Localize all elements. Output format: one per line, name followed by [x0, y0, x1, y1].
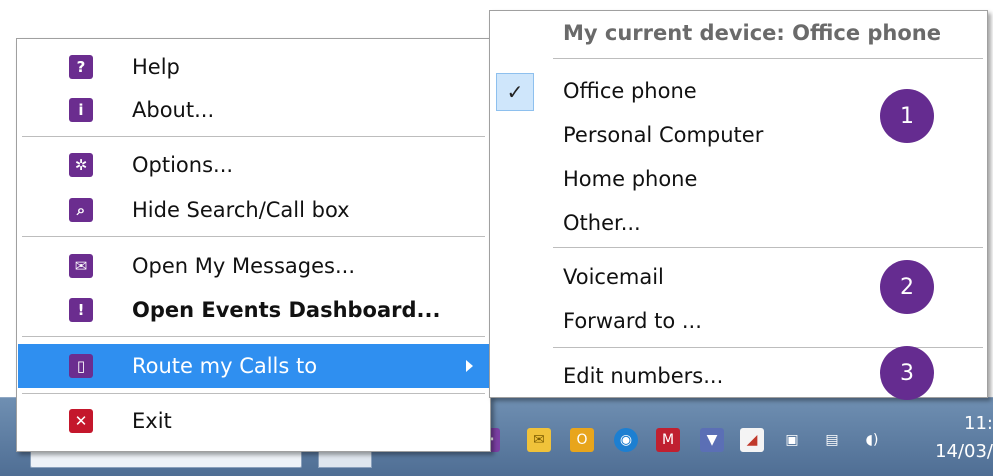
device-office-phone[interactable]: Office phone [563, 73, 697, 109]
shield-tray-icon[interactable]: ▼ [700, 428, 724, 452]
checkmark-icon: ✓ [496, 73, 534, 111]
device-personal-computer[interactable]: Personal Computer [563, 117, 763, 153]
flag-tray-icon[interactable]: ◢ [740, 428, 764, 452]
exit-icon: ✕ [69, 409, 93, 433]
info-icon: i [69, 98, 93, 122]
menu-item-label: Open My Messages... [132, 254, 355, 278]
menu-item-label: Exit [132, 409, 172, 433]
menu-separator [553, 247, 983, 248]
clock-date: 14/03/ [935, 441, 993, 462]
search-icon: ⌕ [69, 198, 93, 222]
menu-item-label: About... [132, 98, 215, 122]
context-menu: ? Help i About... ✲ Options... ⌕ Hide Se… [16, 38, 491, 452]
menu-item-exit[interactable]: ✕ Exit [18, 403, 489, 439]
annotation-badge-1: 1 [880, 89, 934, 143]
volume-tray-icon[interactable]: ◖) [860, 428, 884, 452]
menu-separator [553, 58, 983, 59]
connection-tray-icon[interactable]: ▣ [780, 428, 804, 452]
menu-item-label: Open Events Dashboard... [132, 298, 441, 322]
phone-icon: ▯ [69, 354, 93, 378]
menu-separator [22, 136, 485, 137]
menu-item-help[interactable]: ? Help [18, 49, 489, 85]
menu-item-label: Help [132, 55, 180, 79]
route-voicemail[interactable]: Voicemail [563, 259, 664, 295]
network-tray-icon[interactable]: ◉ [614, 428, 638, 452]
clock-time: 11: [964, 413, 993, 434]
clock[interactable]: 11: 14/03/ [923, 410, 993, 466]
power-tray-icon[interactable]: ▤ [820, 428, 844, 452]
menu-item-label: Options... [132, 153, 234, 177]
menu-item-about[interactable]: i About... [18, 92, 489, 128]
antivirus-tray-icon[interactable]: M [656, 428, 680, 452]
help-icon: ? [69, 55, 93, 79]
annotation-badge-2: 2 [880, 260, 934, 314]
device-other[interactable]: Other... [563, 205, 641, 241]
edit-numbers[interactable]: Edit numbers... [563, 358, 723, 394]
menu-item-label: Route my Calls to [132, 354, 318, 378]
dashboard-icon: ! [69, 298, 93, 322]
menu-separator [22, 393, 485, 394]
mail-tray-icon[interactable]: ✉ [527, 428, 551, 452]
submenu-header: My current device: Office phone [563, 21, 941, 45]
gear-icon: ✲ [69, 153, 93, 177]
menu-item-options[interactable]: ✲ Options... [18, 147, 489, 183]
menu-separator [22, 336, 485, 337]
menu-item-hide-search[interactable]: ⌕ Hide Search/Call box [18, 192, 489, 228]
submenu-arrow-icon [466, 360, 473, 372]
route-calls-submenu: My current device: Office phone ✓ Office… [489, 10, 988, 398]
device-home-phone[interactable]: Home phone [563, 161, 697, 197]
route-forward-to[interactable]: Forward to ... [563, 303, 702, 339]
menu-item-open-messages[interactable]: ✉ Open My Messages... [18, 248, 489, 284]
menu-separator [22, 236, 485, 237]
menu-item-label: Hide Search/Call box [132, 198, 350, 222]
envelope-icon: ✉ [69, 254, 93, 278]
annotation-badge-3: 3 [880, 346, 934, 400]
menu-item-route-calls[interactable]: ▯ Route my Calls to [18, 344, 489, 388]
menu-item-events-dashboard[interactable]: ! Open Events Dashboard... [18, 292, 489, 328]
outlook-tray-icon[interactable]: O [570, 428, 594, 452]
